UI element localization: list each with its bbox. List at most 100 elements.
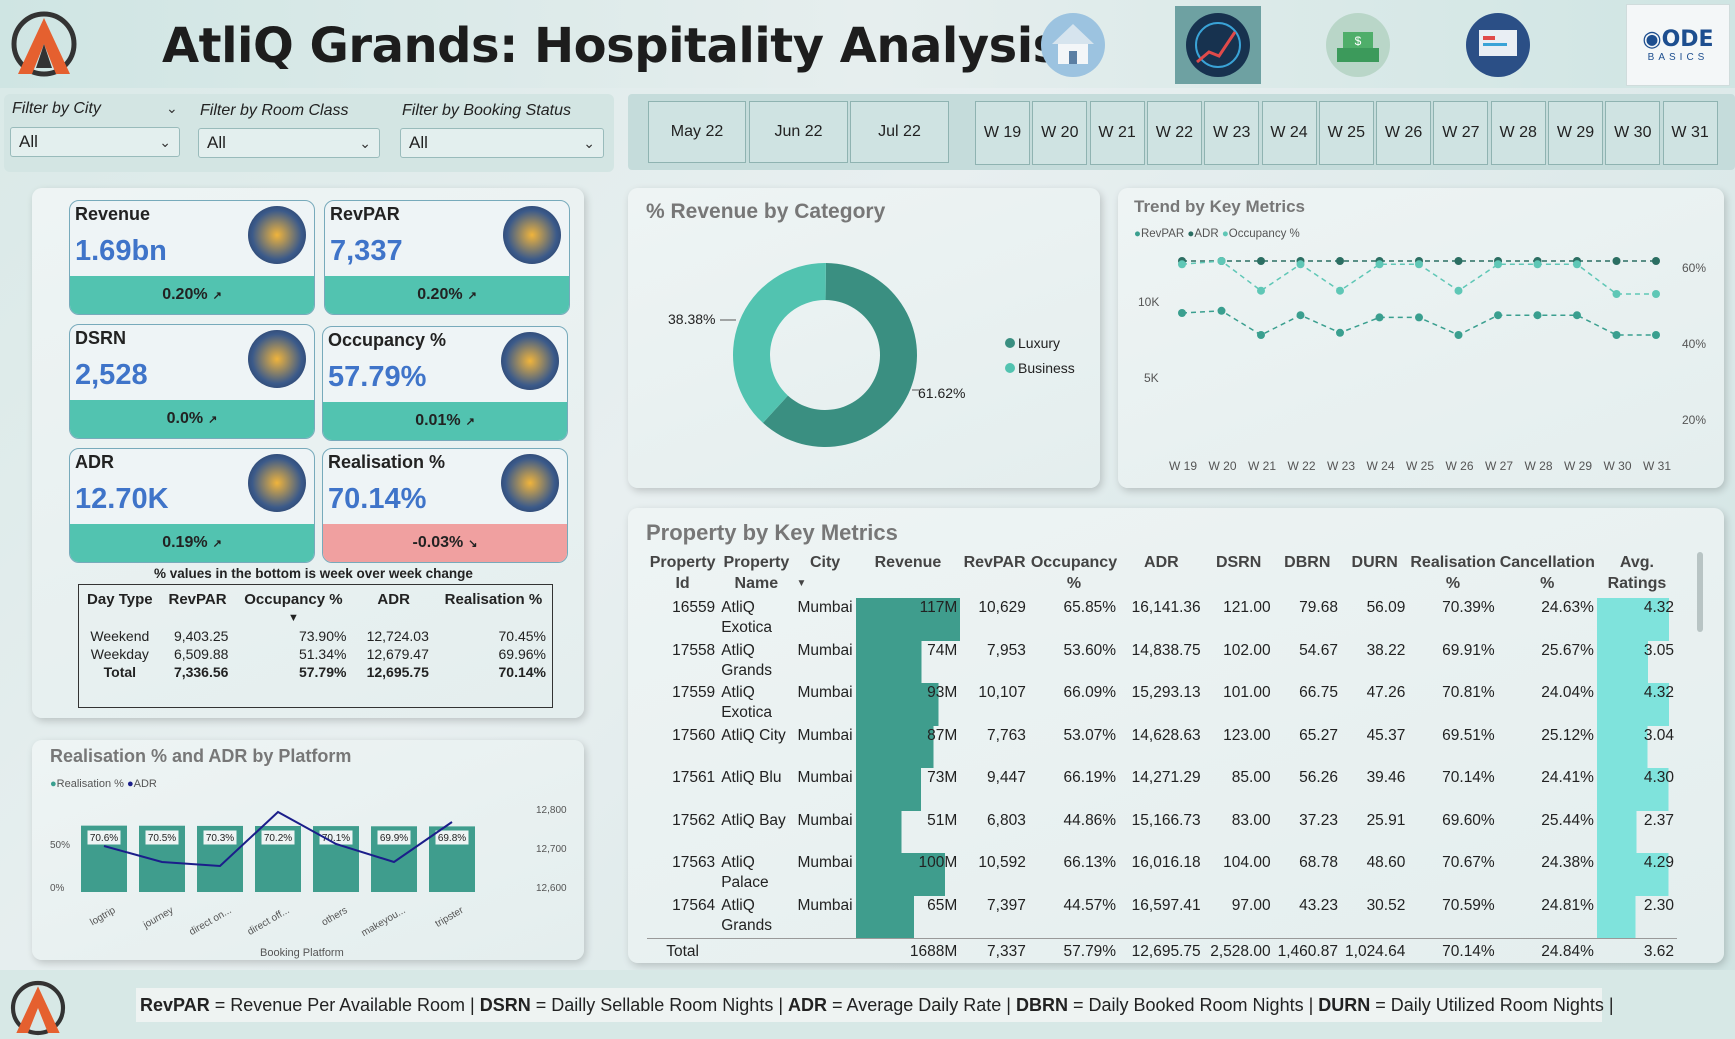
column-header[interactable]: RevPAR: [960, 548, 1029, 598]
week-button[interactable]: W 22: [1146, 101, 1202, 165]
column-header[interactable]: Realisation %: [1408, 548, 1497, 598]
trend-point-occupancy-[interactable]: [1336, 286, 1344, 295]
kpi-card-revpar[interactable]: RevPAR 7,337 0.20% ↗: [324, 200, 570, 315]
table-scrollbar[interactable]: [1697, 552, 1703, 632]
table-row[interactable]: 17564 AtliQ Grands Mumbai 65M 7,397 44.57% 16,…: [647, 895, 1677, 938]
report-screen-icon[interactable]: [1455, 6, 1541, 84]
week-button[interactable]: W 21: [1089, 101, 1145, 165]
month-button[interactable]: Jul 22: [850, 101, 949, 163]
table-row[interactable]: 17559 AtliQ Exotica Mumbai 93M 10,107 66.09% 1…: [647, 683, 1677, 726]
trend-point-occupancy-[interactable]: [1494, 260, 1502, 269]
column-header[interactable]: Revenue: [856, 548, 961, 598]
trend-point-occupancy-[interactable]: [1533, 260, 1542, 269]
column-header[interactable]: Realisation %: [435, 585, 552, 627]
globe-chart-icon[interactable]: [1175, 6, 1261, 84]
week-button[interactable]: W 25: [1318, 101, 1374, 165]
trend-point-occupancy-[interactable]: [1573, 260, 1581, 269]
city-select[interactable]: All ⌄: [10, 127, 180, 157]
donut-slice-business[interactable]: [733, 263, 826, 423]
column-header[interactable]: Property Name: [718, 548, 794, 598]
kpi-card-revenue[interactable]: Revenue 1.69bn 0.20% ↗: [69, 200, 315, 315]
column-header[interactable]: RevPAR: [161, 585, 235, 627]
trend-point-revpar[interactable]: [1573, 311, 1581, 320]
column-header[interactable]: DSRN: [1204, 548, 1274, 598]
week-button[interactable]: W 20: [1032, 101, 1088, 165]
table-cell: 10,592: [978, 854, 1026, 871]
column-header[interactable]: Occupancy % ▼: [234, 585, 352, 627]
trend-point-occupancy-[interactable]: [1178, 260, 1186, 269]
trend-point-revpar[interactable]: [1415, 313, 1423, 322]
trend-point-revpar[interactable]: [1494, 311, 1502, 320]
table-cell: 53.60%: [1063, 641, 1117, 659]
trend-point-occupancy-[interactable]: [1415, 260, 1423, 269]
trend-point-adr[interactable]: [1454, 257, 1463, 265]
week-button[interactable]: W 24: [1261, 101, 1317, 165]
trend-point-occupancy-[interactable]: [1652, 290, 1660, 298]
data-label: 70.6%: [90, 833, 118, 844]
trend-chart[interactable]: 10K5K60%40%20%0%W 19W 20W 21W 22W 23W 24…: [1130, 240, 1720, 480]
trend-point-revpar[interactable]: [1296, 311, 1305, 320]
trend-point-adr[interactable]: [1336, 257, 1344, 265]
trend-point-adr[interactable]: [1257, 257, 1265, 265]
table-row[interactable]: 17558 AtliQ Grands Mumbai 74M 7,953 53.60% 14,…: [647, 640, 1677, 683]
money-stack-icon[interactable]: $: [1315, 6, 1401, 84]
trend-point-revpar[interactable]: [1612, 331, 1621, 339]
sort-icon[interactable]: ▼: [796, 573, 853, 594]
table-row[interactable]: 17560 AtliQ City Mumbai 87M 7,763 53.07% 14,62…: [647, 725, 1677, 768]
month-button[interactable]: Jun 22: [749, 101, 848, 163]
table-row[interactable]: Weekday 6,509.88 51.34% 12,679.47 69.96%: [79, 645, 552, 663]
kpi-card-occupancy[interactable]: Occupancy % 57.79% 0.01% ↗: [322, 326, 568, 441]
week-button[interactable]: W 27: [1433, 101, 1489, 165]
column-header[interactable]: DBRN: [1274, 548, 1341, 598]
kpi-card-dsrn[interactable]: DSRN 2,528 0.0% ↗: [69, 324, 315, 439]
trend-point-occupancy-[interactable]: [1257, 286, 1265, 295]
week-button[interactable]: W 19: [975, 101, 1030, 165]
column-header[interactable]: Day Type: [79, 585, 161, 627]
revenue-donut-chart[interactable]: 61.62% 38.38% Luxury Business: [640, 240, 1100, 460]
column-header[interactable]: DURN: [1341, 548, 1408, 598]
kpi-card-adr[interactable]: ADR 12.70K 0.19% ↗: [69, 448, 315, 563]
column-header[interactable]: Avg. Ratings: [1597, 548, 1677, 598]
week-button[interactable]: W 29: [1548, 101, 1603, 165]
month-button[interactable]: May 22: [648, 101, 746, 163]
trend-point-revpar[interactable]: [1454, 331, 1463, 339]
week-button[interactable]: W 31: [1662, 101, 1718, 165]
week-button[interactable]: W 26: [1376, 101, 1432, 165]
week-button[interactable]: W 30: [1605, 101, 1661, 165]
column-header[interactable]: Cancellation %: [1498, 548, 1597, 598]
column-header[interactable]: ADR: [1119, 548, 1204, 598]
codebasics-logo: ◉ODE BASICS: [1626, 4, 1730, 86]
trend-point-occupancy-[interactable]: [1217, 257, 1226, 265]
chevron-down-icon[interactable]: ⌄: [166, 100, 178, 117]
trend-point-occupancy-[interactable]: [1612, 290, 1621, 298]
table-row[interactable]: 17563 AtliQ Palace Mumbai 100M 10,592 66.13% 1…: [647, 853, 1677, 896]
trend-point-occupancy-[interactable]: [1375, 260, 1384, 269]
trend-point-revpar[interactable]: [1217, 306, 1226, 315]
trend-point-revpar[interactable]: [1533, 311, 1542, 320]
week-button[interactable]: W 23: [1204, 101, 1260, 165]
trend-point-revpar[interactable]: [1375, 313, 1384, 322]
room-class-select[interactable]: All ⌄: [198, 128, 380, 158]
platform-chart[interactable]: 50% 0% 12,800 12,700 12,600 70.6% logtrip 70.5%…: [40, 790, 580, 960]
table-row[interactable]: 17561 AtliQ Blu Mumbai 73M 9,447 66.19% 14,271…: [647, 768, 1677, 811]
trend-point-revpar[interactable]: [1336, 328, 1344, 337]
trend-point-revpar[interactable]: [1652, 331, 1660, 339]
trend-point-occupancy-[interactable]: [1454, 286, 1463, 295]
column-header[interactable]: Occupancy %: [1029, 548, 1119, 598]
booking-status-select[interactable]: All ⌄: [400, 128, 604, 158]
trend-point-revpar[interactable]: [1257, 331, 1265, 339]
kpi-card-realisation[interactable]: Realisation % 70.14% -0.03% ↘: [322, 448, 568, 563]
trend-point-occupancy-[interactable]: [1296, 260, 1305, 269]
column-header[interactable]: City ▼: [794, 548, 855, 598]
column-header[interactable]: ADR: [352, 585, 434, 627]
table-row[interactable]: Weekend 9,403.25 73.90% 12,724.03 70.45%: [79, 627, 552, 645]
week-button[interactable]: W 28: [1490, 101, 1546, 165]
trend-point-adr[interactable]: [1612, 257, 1621, 265]
trend-point-adr[interactable]: [1652, 257, 1660, 265]
trend-point-revpar[interactable]: [1178, 309, 1186, 317]
column-header[interactable]: Property Id: [647, 548, 718, 598]
table-row[interactable]: Total 7,336.56 57.79% 12,695.75 70.14%: [79, 663, 552, 681]
table-row[interactable]: 16559 AtliQ Exotica Mumbai 117M 10,629 65.85%…: [647, 598, 1677, 641]
table-row[interactable]: 17562 AtliQ Bay Mumbai 51M 6,803 44.86% 15,166…: [647, 810, 1677, 853]
house-icon[interactable]: [1030, 6, 1116, 84]
